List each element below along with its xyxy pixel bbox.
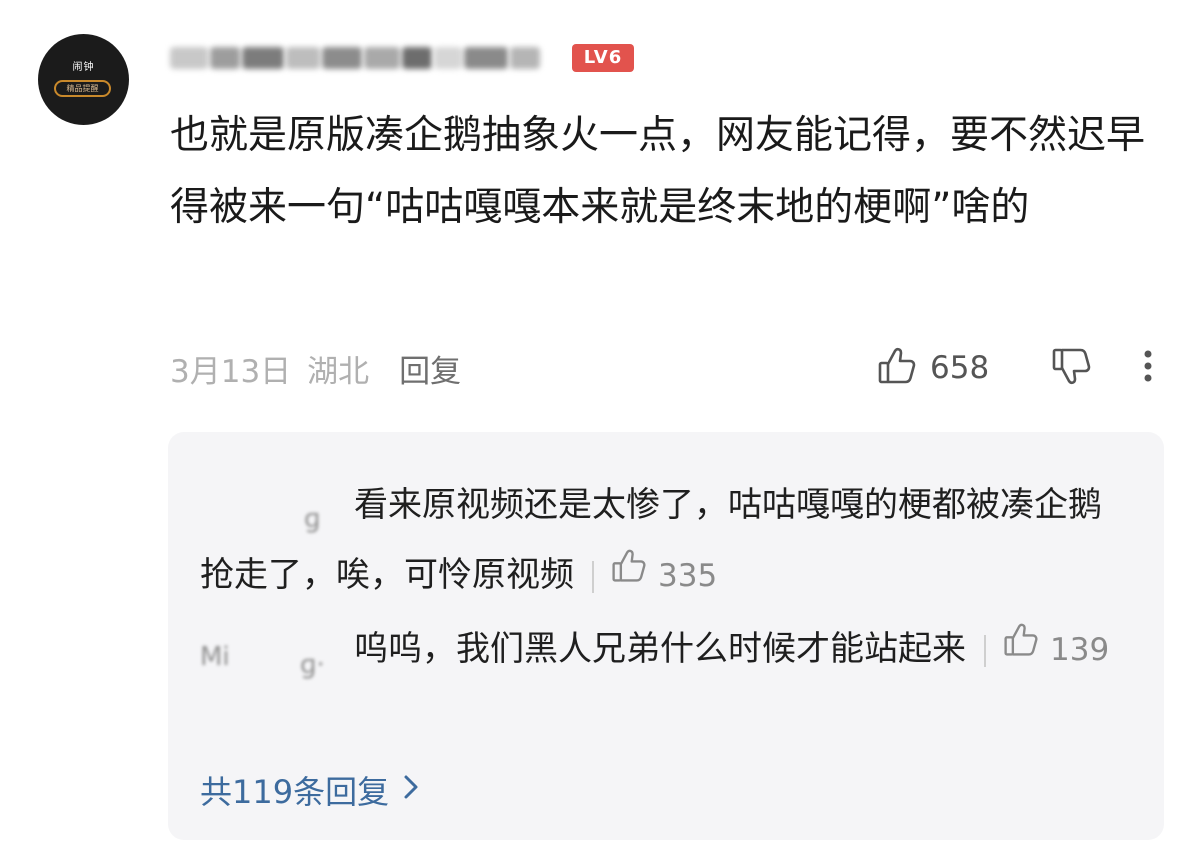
reply-item[interactable]: Mi ɡ· 呜呜，我们黑人兄弟什么时候才能站起来 139 xyxy=(200,614,1120,685)
reply-username-blurred[interactable]: ɡ xyxy=(200,492,348,534)
chevron-right-icon xyxy=(403,771,419,809)
more-options-button[interactable] xyxy=(1140,344,1156,392)
reply-button[interactable]: 回复 xyxy=(399,346,461,391)
avatar-pill-text: 精品提醒 xyxy=(54,80,111,97)
reply-username-blurred[interactable]: Mi ɡ· xyxy=(200,636,348,680)
comment-text: 也就是原版凑企鹅抽象火一点，网友能记得，要不然迟早得被来一句“咕咕嘎嘎本来就是终… xyxy=(170,113,1146,230)
comment-date: 3月13日 xyxy=(170,353,292,390)
comment-meta: 3月13日 湖北 回复 xyxy=(170,344,461,392)
thumb-up-icon xyxy=(876,345,918,391)
thumb-up-icon xyxy=(610,549,648,594)
reply-item[interactable]: ɡ 看来原视频还是太惨了，咕咕嘎嘎的梗都被凑企鹅抢走了，唉，可怜原视频 335 xyxy=(200,470,1120,611)
level-badge: LV6 xyxy=(572,44,634,72)
reply-username-fragment: Mi xyxy=(200,641,230,672)
reply-like-button[interactable] xyxy=(1002,613,1040,683)
more-vertical-icon xyxy=(1140,346,1156,390)
thumb-down-icon xyxy=(1050,345,1094,391)
divider xyxy=(984,634,986,667)
reply-like-count: 139 xyxy=(1050,632,1110,668)
like-button[interactable]: 658 xyxy=(876,344,989,392)
view-all-label: 共119条回复 xyxy=(200,773,390,811)
thumb-up-icon xyxy=(1002,623,1040,668)
username-blurred[interactable] xyxy=(170,40,560,76)
reply-text: 呜呜，我们黑人兄弟什么时候才能站起来 xyxy=(354,629,966,669)
dislike-button[interactable] xyxy=(1050,344,1094,392)
avatar[interactable]: 闹钟 精品提醒 xyxy=(38,34,129,125)
like-count: 658 xyxy=(930,350,990,386)
reply-like-count: 335 xyxy=(658,558,718,594)
comment-location: 湖北 xyxy=(307,353,370,390)
replies-panel: ɡ 看来原视频还是太惨了，咕咕嘎嘎的梗都被凑企鹅抢走了，唉，可怜原视频 335 M… xyxy=(168,432,1164,840)
divider xyxy=(592,560,594,593)
view-all-replies-link[interactable]: 共119条回复 xyxy=(200,766,419,814)
avatar-name-text: 闹钟 xyxy=(72,62,95,73)
reply-like-button[interactable] xyxy=(610,539,648,609)
